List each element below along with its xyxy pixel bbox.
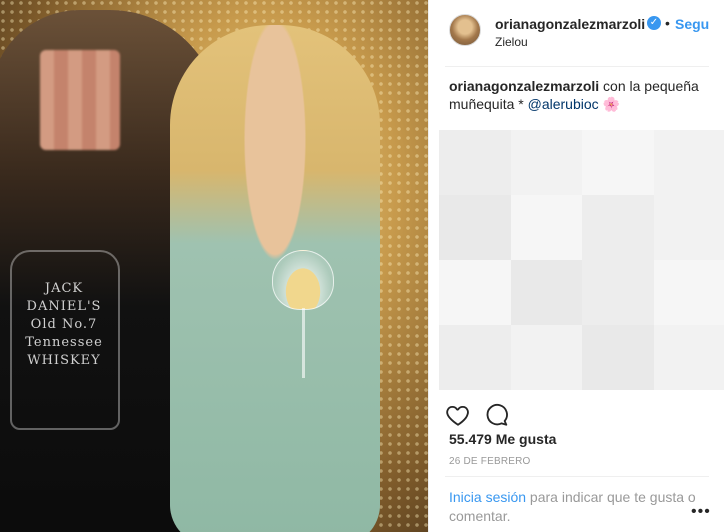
avatar[interactable]	[449, 14, 481, 46]
wine-glass-stem	[302, 308, 305, 378]
divider	[445, 66, 709, 67]
follow-button[interactable]: Segu	[675, 16, 709, 32]
pixelated-face	[40, 50, 120, 150]
heart-icon[interactable]	[445, 402, 471, 428]
post-date: 26 DE FEBRERO	[449, 456, 531, 467]
header-username[interactable]: orianagonzalezmarzoli	[495, 16, 645, 32]
caption-username[interactable]: orianagonzalezmarzoli	[449, 78, 599, 94]
caption: orianagonzalezmarzoli con la pequeña muñ…	[449, 77, 705, 113]
wine-glass	[272, 250, 334, 310]
mention-link[interactable]: @alerubioc	[528, 96, 599, 112]
location-link[interactable]: Zielou	[495, 35, 528, 49]
comments-placeholder	[439, 130, 724, 390]
post-header: orianagonzalezmarzoli ✓ • Segu Zielou	[429, 0, 724, 72]
comment-bubble-icon[interactable]	[483, 402, 509, 428]
divider	[445, 476, 709, 477]
flower-emoji: 🌸	[602, 96, 620, 112]
post-photo[interactable]: JACK DANIEL'S Old No.7 Tennessee WHISKEY	[0, 0, 428, 532]
post-side-panel: orianagonzalezmarzoli ✓ • Segu Zielou or…	[428, 0, 724, 532]
shirt-text: JACK DANIEL'S Old No.7 Tennessee WHISKEY	[25, 281, 103, 368]
login-link[interactable]: Inicia sesión	[449, 489, 526, 505]
separator-dot: •	[665, 15, 670, 31]
verified-badge-icon: ✓	[647, 16, 661, 30]
likes-count[interactable]: 55.479 Me gusta	[449, 431, 556, 447]
login-prompt: Inicia sesión para indicar que te gusta …	[449, 488, 713, 526]
more-options-icon[interactable]: •••	[691, 503, 711, 521]
